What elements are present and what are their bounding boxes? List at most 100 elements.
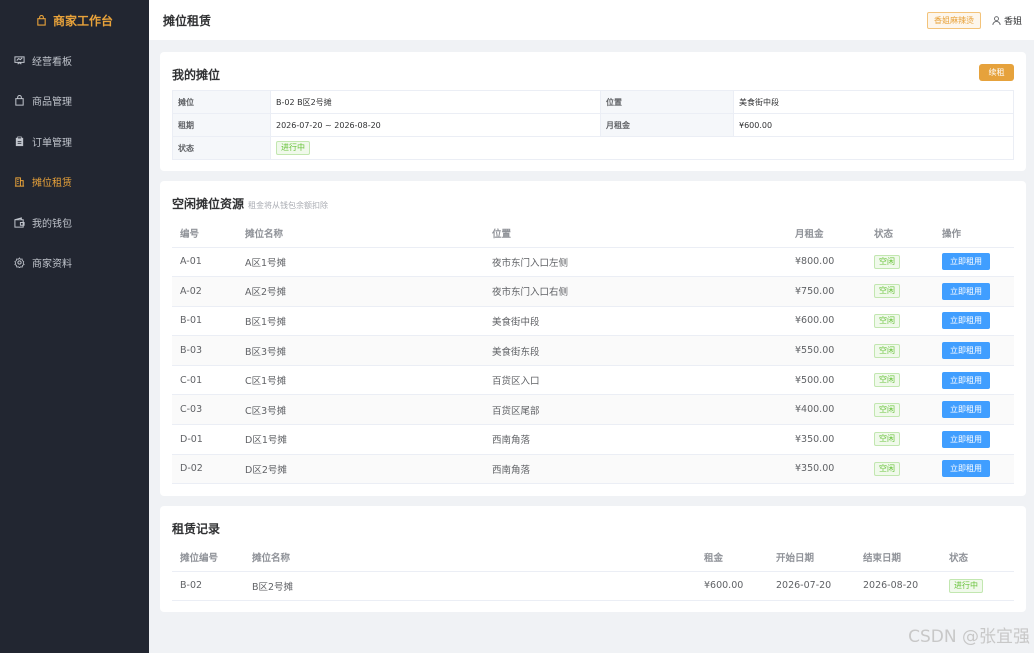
user-icon <box>992 15 1001 25</box>
status-badge: 空闲 <box>874 284 900 299</box>
status-badge: 空闲 <box>874 461 900 476</box>
rent-now-button[interactable]: 立即租用 <box>942 371 990 389</box>
sidebar-item-label: 商家资料 <box>32 259 72 271</box>
rental-records-table: 摊位编号 摊位名称 租金 开始日期 结束日期 状态 B-02 B区2号摊 ¥600.… <box>172 543 1014 602</box>
available-title-text: 空闲摊位资源 <box>172 197 245 211</box>
stall-code: D-01 <box>172 424 237 455</box>
column-header: 摊位编号 <box>172 543 244 572</box>
stall-status: 空闲 <box>866 306 934 337</box>
desc-label: 状态 <box>172 136 271 160</box>
record-status: 进行中 <box>941 571 1014 602</box>
stall-code: D-02 <box>172 454 237 485</box>
clipboard-icon <box>15 136 24 146</box>
sidebar-item-wallet[interactable]: 我的钱包 <box>0 202 149 243</box>
column-header: 摊位名称 <box>244 543 696 572</box>
column-header: 状态 <box>941 543 1014 572</box>
renew-button[interactable]: 续租 <box>979 64 1014 81</box>
brand: 商家工作台 <box>0 0 149 40</box>
table-row: B-02 B区2号摊 ¥600.00 2026-07-20 2026-08-20 进行中 <box>172 571 1014 602</box>
stall-code: A-01 <box>172 247 237 278</box>
desc-label: 位置 <box>600 90 734 114</box>
stall-status: 空闲 <box>866 365 934 396</box>
stall-action: 立即租用 <box>934 335 1014 366</box>
rent-now-button[interactable]: 立即租用 <box>942 401 990 419</box>
my-stall-card: 我的摊位 续租 摊位 B-02 B区2号摊 位置 美食街中段 租期 2026-0… <box>160 52 1026 171</box>
sidebar-item-label: 订单管理 <box>32 137 72 149</box>
column-header: 租金 <box>696 543 768 572</box>
available-stalls-title: 空闲摊位资源 租金将从钱包余额扣除 <box>172 195 328 212</box>
topbar: 摊位租赁 香姐麻辣烫 香姐 <box>149 0 1034 40</box>
table-row: A-01 A区1号摊 夜市东门入口左侧 ¥800.00 空闲 立即租用 <box>172 247 1014 278</box>
sidebar-item-dashboard[interactable]: 经营看板 <box>0 40 149 81</box>
bag-icon <box>15 95 24 106</box>
record-rent: ¥600.00 <box>696 571 768 602</box>
stall-rent: ¥600.00 <box>787 306 866 337</box>
desc-value: B-02 B区2号摊 <box>270 90 601 114</box>
table-row: B-01 B区1号摊 美食街中段 ¥600.00 空闲 立即租用 <box>172 306 1014 337</box>
stall-name: D区1号摊 <box>237 424 484 455</box>
column-header: 月租金 <box>787 219 866 248</box>
sidebar-item-stall-rental[interactable]: 摊位租赁 <box>0 162 149 203</box>
sidebar-item-orders[interactable]: 订单管理 <box>0 121 149 162</box>
stall-name: C区3号摊 <box>237 394 484 426</box>
stall-status: 空闲 <box>866 276 934 307</box>
column-header: 开始日期 <box>768 543 855 572</box>
rent-now-button[interactable]: 立即租用 <box>942 253 990 271</box>
watermark: CSDN @张宜强 <box>908 627 1030 647</box>
stall-rent: ¥350.00 <box>787 454 866 485</box>
sidebar-menu: 经营看板 商品管理 订单管理 摊位租赁 我的钱包 商家资料 <box>0 40 149 283</box>
available-subtitle: 租金将从钱包余额扣除 <box>248 201 329 210</box>
rent-now-button[interactable]: 立即租用 <box>942 430 990 448</box>
desc-label: 摊位 <box>172 90 271 114</box>
status-badge: 空闲 <box>874 432 900 447</box>
rent-now-button[interactable]: 立即租用 <box>942 282 990 300</box>
stall-location: 美食街东段 <box>484 335 787 366</box>
stall-action: 立即租用 <box>934 365 1014 396</box>
column-header: 操作 <box>934 219 1014 248</box>
rent-now-button[interactable]: 立即租用 <box>942 342 990 360</box>
brand-title: 商家工作台 <box>52 13 113 28</box>
stall-status: 空闲 <box>866 424 934 455</box>
desc-value: 进行中 <box>270 136 1014 160</box>
desc-value: 美食街中段 <box>733 90 1014 114</box>
sidebar: 商家工作台 经营看板 商品管理 订单管理 摊位租赁 我的钱包 商家资料 <box>0 0 149 653</box>
status-badge: 进行中 <box>276 141 310 155</box>
stall-location: 百货区入口 <box>484 365 787 396</box>
stall-rent: ¥550.00 <box>787 335 866 366</box>
column-header: 状态 <box>866 219 934 248</box>
rental-records-title: 租赁记录 <box>172 522 221 536</box>
status-badge: 空闲 <box>874 373 900 388</box>
gear-icon <box>14 257 25 269</box>
stall-location: 夜市东门入口右侧 <box>484 276 787 307</box>
sidebar-item-label: 商品管理 <box>32 97 72 109</box>
stall-status: 空闲 <box>866 454 934 485</box>
stall-location: 美食街中段 <box>484 306 787 337</box>
sidebar-item-products[interactable]: 商品管理 <box>0 81 149 122</box>
available-stalls-table: 编号 摊位名称 位置 月租金 状态 操作 A-01 A区1号摊 夜市东门入口左侧 ¥8… <box>172 219 1014 485</box>
stall-status: 空闲 <box>866 394 934 426</box>
bag-icon <box>37 14 46 26</box>
record-name: B区2号摊 <box>244 571 696 602</box>
stall-location: 百货区尾部 <box>484 394 787 426</box>
stall-action: 立即租用 <box>934 424 1014 455</box>
stall-action: 立即租用 <box>934 306 1014 337</box>
wallet-icon <box>14 216 25 228</box>
stall-action: 立即租用 <box>934 394 1014 426</box>
stall-rent: ¥500.00 <box>787 365 866 396</box>
column-header: 摊位名称 <box>237 219 484 248</box>
sidebar-item-label: 我的钱包 <box>32 218 72 230</box>
rent-now-button[interactable]: 立即租用 <box>942 460 990 478</box>
sidebar-item-label: 经营看板 <box>32 56 72 68</box>
user-name: 香姐 <box>1003 16 1022 27</box>
stall-name: A区1号摊 <box>237 247 484 278</box>
table-row: A-02 A区2号摊 夜市东门入口右侧 ¥750.00 空闲 立即租用 <box>172 276 1014 307</box>
user-menu[interactable]: 香姐 <box>992 14 1022 27</box>
stall-code: A-02 <box>172 276 237 307</box>
rent-now-button[interactable]: 立即租用 <box>942 312 990 330</box>
table-row: B-03 B区3号摊 美食街东段 ¥550.00 空闲 立即租用 <box>172 335 1014 366</box>
stall-location: 西南角落 <box>484 454 787 485</box>
status-badge: 空闲 <box>874 402 900 417</box>
sidebar-item-profile[interactable]: 商家资料 <box>0 243 149 284</box>
status-badge: 空闲 <box>874 313 900 328</box>
stall-rent: ¥750.00 <box>787 276 866 307</box>
